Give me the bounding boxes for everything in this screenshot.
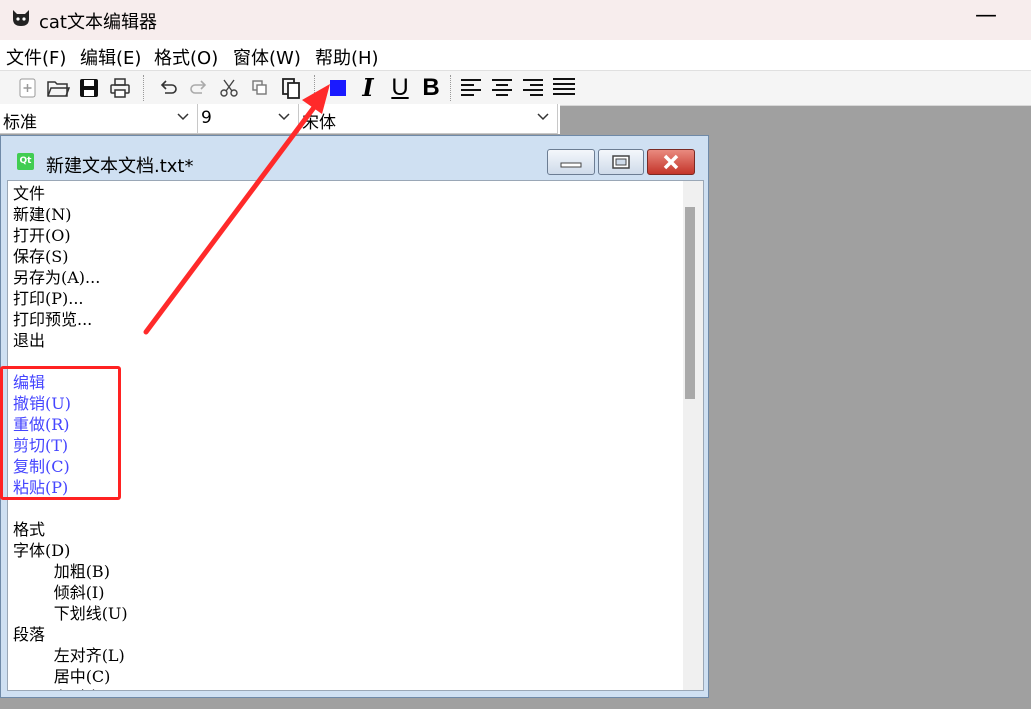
editor-line: 另存为(A)... (13, 268, 101, 287)
minimize-icon (560, 162, 582, 168)
editor-line: 左对齐(L) (13, 646, 125, 665)
menu-bar: 文件(F) 编辑(E) 格式(O) 窗体(W) 帮助(H) (0, 40, 1031, 70)
paste-icon (282, 78, 300, 99)
new-file-button[interactable] (14, 74, 42, 102)
child-close-button[interactable] (647, 149, 695, 175)
font-bar: 标准 9 宋体 (0, 104, 560, 134)
text-color-button[interactable] (324, 74, 352, 102)
new-file-icon (19, 78, 36, 98)
copy-icon (252, 80, 267, 95)
cut-button[interactable] (215, 74, 243, 102)
editor-line: 右对齐(R) (13, 687, 127, 690)
font-combobox[interactable]: 宋体 (299, 104, 558, 134)
editor-line: 段落 (13, 625, 46, 644)
print-icon (110, 78, 130, 98)
open-folder-icon (47, 81, 70, 97)
menu-window[interactable]: 窗体(W) (233, 44, 301, 70)
editor-line: 倾斜(I) (13, 583, 105, 602)
editor-line: 退出 (13, 331, 46, 350)
editor-line: 新建(N) (13, 205, 72, 224)
align-center-button[interactable] (488, 74, 516, 102)
save-icon (80, 79, 98, 97)
menu-format[interactable]: 格式(O) (154, 44, 218, 70)
toolbar-separator (314, 75, 317, 101)
qt-icon: Qt (17, 153, 34, 170)
align-left-icon (461, 79, 481, 96)
undo-icon (160, 80, 177, 94)
cat-logo-icon (13, 10, 29, 26)
justify-icon (553, 78, 575, 95)
editor-line: 加粗(B) (13, 562, 110, 581)
minimize-button[interactable]: — (975, 2, 997, 32)
editor-line: 打印(P)... (13, 289, 84, 308)
highlight-box (0, 366, 121, 500)
toolbar-separator (450, 75, 453, 101)
underline-button[interactable]: U (386, 74, 414, 102)
bold-button[interactable]: B (417, 74, 445, 102)
toolbar-separator (143, 75, 146, 101)
color-icon (330, 80, 346, 96)
editor-line: 字体(D) (13, 541, 71, 560)
app-title: cat文本编辑器 (39, 12, 157, 33)
editor-line: 打开(O) (13, 226, 71, 245)
align-right-icon (523, 79, 543, 96)
copy-button[interactable] (246, 74, 274, 102)
redo-icon (190, 80, 207, 94)
undo-button[interactable] (154, 74, 182, 102)
maximize-icon (612, 155, 630, 169)
chevron-down-icon (278, 113, 290, 121)
toolbar: I U B (0, 70, 1031, 106)
style-combobox[interactable]: 标准 (0, 104, 198, 134)
editor-line: 打印预览... (13, 310, 93, 329)
paste-button[interactable] (277, 74, 305, 102)
chevron-down-icon (537, 113, 549, 121)
print-button[interactable] (106, 74, 134, 102)
italic-button[interactable]: I (354, 74, 382, 102)
redo-button[interactable] (185, 74, 213, 102)
editor-line: 保存(S) (13, 247, 69, 266)
editor-line: 文件 (13, 184, 46, 203)
child-minimize-button[interactable] (547, 149, 595, 175)
menu-edit[interactable]: 编辑(E) (80, 44, 141, 70)
editor-line: 下划线(U) (13, 604, 128, 623)
justify-button[interactable] (550, 74, 578, 102)
editor-line: 格式 (13, 520, 46, 539)
menu-help[interactable]: 帮助(H) (315, 44, 379, 70)
cut-icon (220, 79, 238, 97)
font-combobox-value: 宋体 (302, 113, 336, 133)
scrollbar-thumb[interactable] (685, 207, 695, 399)
align-left-button[interactable] (457, 74, 485, 102)
editor-line: 居中(C) (13, 667, 111, 686)
open-button[interactable] (44, 74, 72, 102)
align-center-icon (492, 79, 512, 96)
align-right-button[interactable] (519, 74, 547, 102)
style-combobox-value: 标准 (3, 113, 37, 133)
document-title: 新建文本文档.txt* (46, 156, 194, 177)
close-icon (663, 154, 679, 170)
chevron-down-icon (177, 113, 189, 121)
size-combobox[interactable]: 9 (198, 104, 299, 134)
save-button[interactable] (75, 74, 103, 102)
size-combobox-value: 9 (201, 108, 212, 128)
title-bar: cat文本编辑器 — (0, 0, 1031, 40)
menu-file[interactable]: 文件(F) (6, 44, 66, 70)
child-maximize-button[interactable] (598, 149, 644, 175)
